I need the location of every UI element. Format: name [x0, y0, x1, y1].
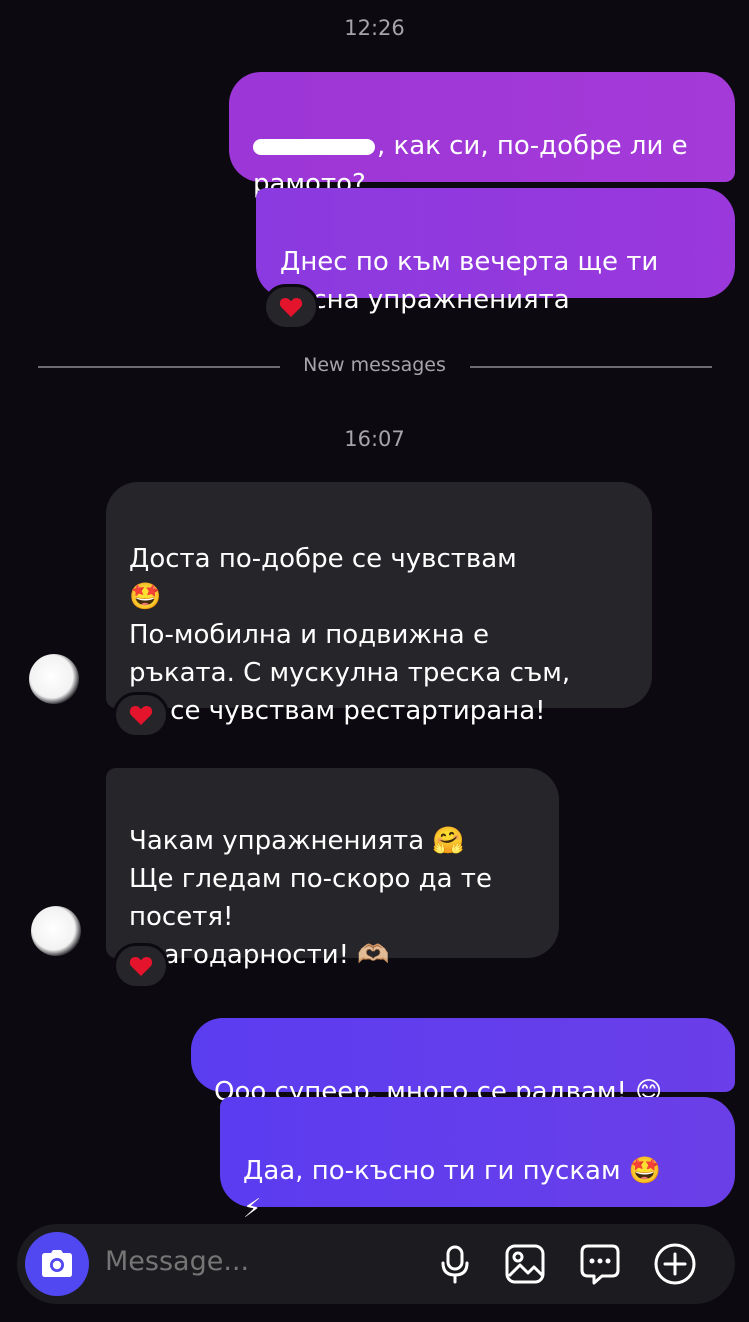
sender-avatar[interactable] [29, 654, 79, 704]
sticker-icon[interactable] [578, 1242, 622, 1286]
heart-icon [129, 705, 153, 725]
gallery-icon[interactable] [503, 1242, 547, 1286]
heart-icon [129, 956, 153, 976]
message-text: Даа, по-късно ти ги пускам 🤩 ⚡ [243, 1156, 662, 1224]
outgoing-message[interactable]: Даа, по-късно ти ги пускам 🤩 ⚡ [220, 1097, 735, 1224]
heart-icon [279, 297, 303, 317]
timestamp: 16:07 [344, 427, 405, 451]
reaction-badge[interactable] [263, 284, 319, 330]
divider-right [470, 366, 712, 368]
message-composer [17, 1224, 735, 1304]
timestamp: 12:26 [344, 16, 405, 40]
redacted-name [253, 138, 375, 155]
camera-button[interactable] [25, 1232, 89, 1296]
camera-icon [42, 1250, 72, 1277]
outgoing-message[interactable]: Ооо супеер, много се радвам! 😊 [191, 1018, 735, 1107]
outgoing-message[interactable]: , как си, по-добре ли е рамото? [229, 72, 735, 199]
message-text: Чакам упражненията 🤗 Ще гледам по-скоро … [129, 826, 492, 970]
incoming-message[interactable]: Чакам упражненията 🤗 Ще гледам по-скоро … [106, 768, 559, 970]
sender-avatar[interactable] [31, 906, 81, 956]
message-text: Днес по към вечерта ще ти пусна упражнен… [280, 247, 659, 315]
reaction-badge[interactable] [113, 692, 169, 738]
outgoing-message[interactable]: Днес по към вечерта ще ти пусна упражнен… [256, 188, 735, 315]
message-text: Доста по-добре се чувствам 🤩 По-мобилна … [129, 544, 571, 726]
incoming-message[interactable]: Доста по-добре се чувствам 🤩 По-мобилна … [106, 482, 652, 726]
message-input[interactable] [105, 1246, 405, 1277]
reaction-badge[interactable] [113, 943, 169, 989]
microphone-icon[interactable] [433, 1242, 477, 1286]
add-icon[interactable] [653, 1242, 697, 1286]
new-messages-label: New messages [303, 354, 446, 376]
